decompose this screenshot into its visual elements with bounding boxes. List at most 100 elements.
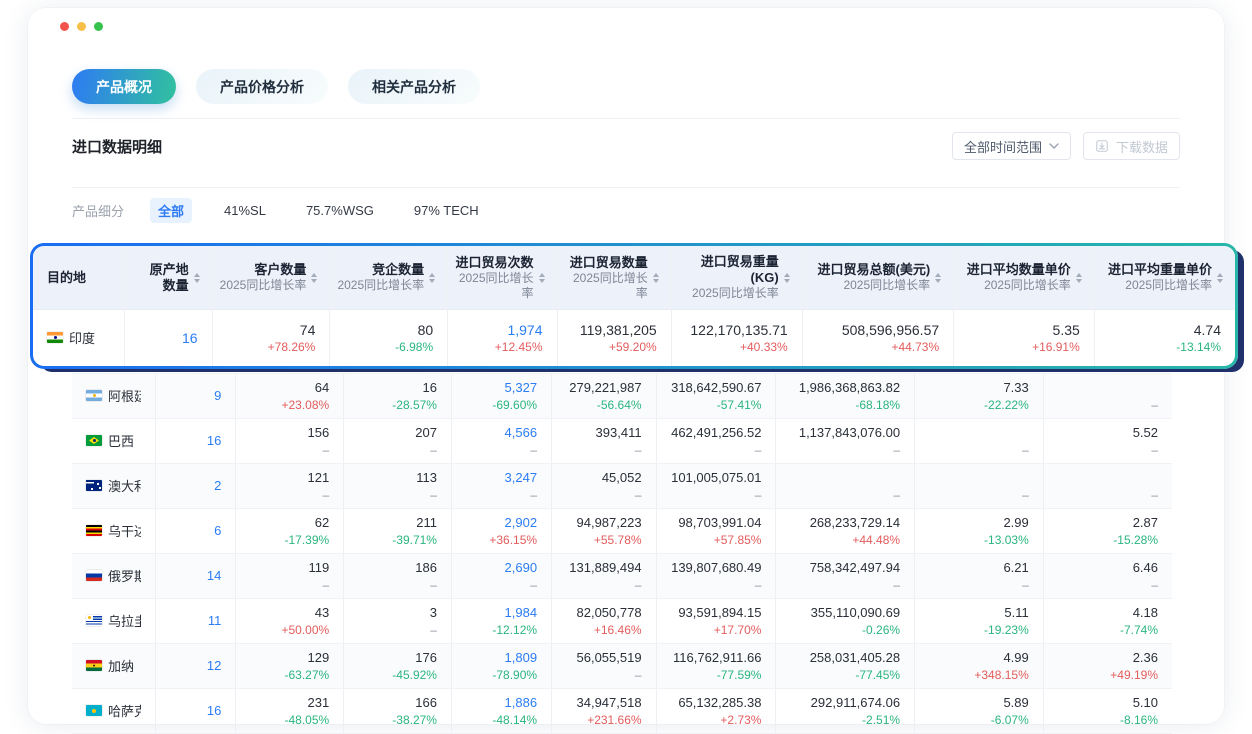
origin-count-value[interactable]: 9 xyxy=(214,387,221,405)
metric-growth: -48.05% xyxy=(284,712,329,728)
metric-cell: 5,327-69.60% xyxy=(451,373,551,418)
metric-cell: 1,986,368,863.82-68.18% xyxy=(776,373,915,418)
metric-growth: – xyxy=(530,577,537,593)
metric-cell: 4.99+348.15% xyxy=(915,643,1044,688)
metric-value: 355,110,090.69 xyxy=(811,604,900,622)
segment-757wsg[interactable]: 75.7%WSG xyxy=(298,200,382,221)
flag-icon-au xyxy=(86,480,102,491)
table-row[interactable]: 澳大利亚2121–113–3,247–45,052–101,005,075.01… xyxy=(72,463,1172,508)
metric-cell: 4,566– xyxy=(451,418,551,463)
metric-value[interactable]: 1,984 xyxy=(505,604,538,622)
tab-related-products[interactable]: 相关产品分析 xyxy=(348,69,480,104)
window-close-button[interactable] xyxy=(60,22,69,31)
sort-icon[interactable] xyxy=(429,273,435,283)
metric-growth: – xyxy=(1151,577,1158,593)
metric-cell: 318,642,590.67-57.41% xyxy=(656,373,776,418)
table-row-india[interactable]: 印度1674+78.26%80-6.98%1,974+12.45%119,381… xyxy=(33,310,1235,366)
metric-growth: +348.15% xyxy=(974,667,1028,683)
metric-cell: 2,902+36.15% xyxy=(451,508,551,553)
origin-count-cell: 14 xyxy=(156,553,236,598)
metric-growth: +44.48% xyxy=(852,532,900,548)
table-row[interactable]: 阿根廷964+23.08%16-28.57%5,327-69.60%279,22… xyxy=(72,373,1172,418)
metric-growth: +16.91% xyxy=(1032,339,1080,355)
origin-count-value[interactable]: 16 xyxy=(207,432,221,450)
chevron-down-icon xyxy=(1049,143,1059,149)
metric-value: 94,987,223 xyxy=(577,514,642,532)
origin-count-value[interactable]: 16 xyxy=(182,329,198,347)
country-name: 巴西 xyxy=(108,431,134,450)
column-title: 进口贸易次数 xyxy=(454,255,533,271)
table-row[interactable]: 巴西16156–207–4,566–393,411–462,491,256.52… xyxy=(72,418,1172,463)
origin-count-value[interactable]: 11 xyxy=(208,612,222,630)
metric-cell: 94,987,223+55.78% xyxy=(552,508,657,553)
origin-count-cell: 6 xyxy=(156,508,236,553)
metric-value: 2.36 xyxy=(1133,649,1158,667)
table-row[interactable]: 哈萨克斯坦16231-48.05%166-38.27%1,886-48.14%3… xyxy=(72,688,1172,733)
metric-value[interactable]: 1,809 xyxy=(505,649,538,667)
origin-count-value[interactable]: 6 xyxy=(214,522,221,540)
tab-product-overview[interactable]: 产品概况 xyxy=(72,69,176,104)
column-header: 原产地数量 xyxy=(124,246,212,310)
metric-cell: 4.74-13.14% xyxy=(1094,310,1235,366)
country-cell: 印度 xyxy=(33,310,124,366)
segment-41sl[interactable]: 41%SL xyxy=(216,200,274,221)
metric-value[interactable]: 3,247 xyxy=(505,469,538,487)
sort-icon[interactable] xyxy=(935,273,941,283)
sort-icon[interactable] xyxy=(1217,273,1223,283)
segment-97tech[interactable]: 97% TECH xyxy=(406,200,487,221)
metric-cell: 121– xyxy=(236,463,344,508)
table-row[interactable]: 乌拉圭1143+50.00%3–1,984-12.12%82,050,778+1… xyxy=(72,598,1172,643)
metric-cell: 43+50.00% xyxy=(236,598,344,643)
metric-growth: – xyxy=(430,622,437,638)
metric-growth: – xyxy=(635,667,642,683)
metric-growth: +36.15% xyxy=(489,532,537,548)
metric-value: 16 xyxy=(423,379,437,397)
sort-icon[interactable] xyxy=(311,273,317,283)
metric-value[interactable]: 5,327 xyxy=(505,379,538,397)
tab-price-analysis[interactable]: 产品价格分析 xyxy=(196,69,328,104)
column-header: 进口平均重量单价2025同比增长率 xyxy=(1094,246,1235,310)
segment-all[interactable]: 全部 xyxy=(150,198,192,223)
window-minimize-button[interactable] xyxy=(77,22,86,31)
metric-cell: 2.99-13.03% xyxy=(915,508,1044,553)
metric-growth: – xyxy=(430,577,437,593)
metric-cell: – xyxy=(915,418,1044,463)
column-title: 进口贸易重量(KG) xyxy=(678,254,779,286)
metric-cell: 279,221,987-56.64% xyxy=(552,373,657,418)
table-row[interactable]: 俄罗斯14119–186–2,690–131,889,494–139,807,6… xyxy=(72,553,1172,598)
origin-count-value[interactable]: 16 xyxy=(207,702,221,720)
origin-count-value[interactable]: 12 xyxy=(207,657,221,675)
sort-icon[interactable] xyxy=(653,273,659,283)
highlighted-row-callout: 目的地原产地数量客户数量2025同比增长率竞企数量2025同比增长率进口贸易次数… xyxy=(30,243,1238,369)
flag-icon-ug xyxy=(86,525,102,536)
download-data-button[interactable]: 下载数据 xyxy=(1083,132,1180,160)
metric-growth: – xyxy=(635,577,642,593)
origin-count-value[interactable]: 14 xyxy=(207,567,221,585)
sort-icon[interactable] xyxy=(539,273,545,283)
metric-growth: -2.51% xyxy=(862,712,900,728)
metric-value: 5.11 xyxy=(1004,604,1028,622)
table-row[interactable]: 乌干达662-17.39%211-39.71%2,902+36.15%94,98… xyxy=(72,508,1172,553)
metric-value[interactable]: 4,566 xyxy=(505,424,538,442)
metric-cell: 131,889,494– xyxy=(552,553,657,598)
metric-growth: +59.20% xyxy=(609,339,657,355)
metric-value[interactable]: 2,690 xyxy=(505,559,538,577)
metric-growth: – xyxy=(323,577,330,593)
sort-icon[interactable] xyxy=(194,273,200,283)
table-row[interactable]: 加纳12129-63.27%176-45.92%1,809-78.90%56,0… xyxy=(72,643,1172,688)
metric-value[interactable]: 2,902 xyxy=(505,514,538,532)
metric-value: 1,137,843,076.00 xyxy=(799,424,900,442)
metric-value: 1,986,368,863.82 xyxy=(799,379,900,397)
metric-value: 5.89 xyxy=(1003,694,1028,712)
sort-icon[interactable] xyxy=(1076,273,1082,283)
metric-value: 5.52 xyxy=(1133,424,1158,442)
window-maximize-button[interactable] xyxy=(94,22,103,31)
origin-count-value[interactable]: 2 xyxy=(214,477,221,495)
column-title: 进口平均重量单价 xyxy=(1108,262,1212,278)
flag-icon-uy xyxy=(86,615,102,626)
metric-cell: 1,974+12.45% xyxy=(448,310,557,366)
metric-value[interactable]: 1,974 xyxy=(507,321,542,339)
metric-value[interactable]: 1,886 xyxy=(505,694,538,712)
time-range-select[interactable]: 全部时间范围 xyxy=(952,132,1071,160)
sort-icon[interactable] xyxy=(784,273,790,283)
